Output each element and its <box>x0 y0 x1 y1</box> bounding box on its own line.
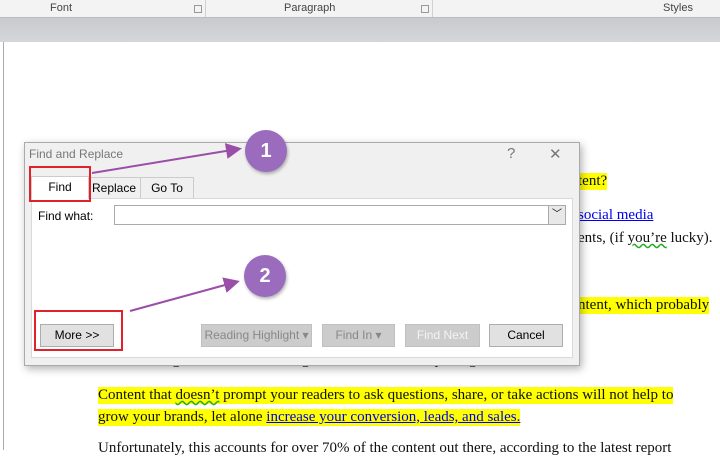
step-2-badge: 2 <box>244 255 286 297</box>
arrow-2 <box>129 277 240 312</box>
tab-find[interactable]: Find <box>31 176 89 199</box>
arrow-1 <box>91 143 242 174</box>
annotation-arrows <box>91 143 242 312</box>
step-1-badge: 1 <box>245 130 287 172</box>
